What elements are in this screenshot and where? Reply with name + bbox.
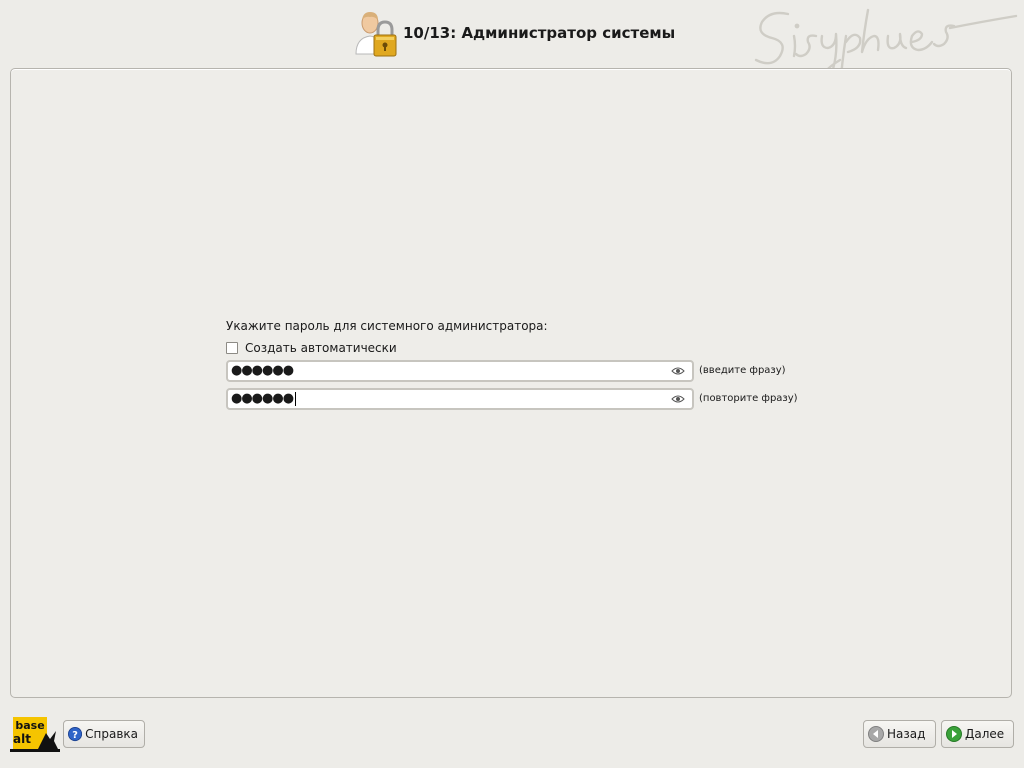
password-value: ●●●●●● [231, 363, 294, 378]
back-button[interactable]: Назад [863, 720, 936, 748]
help-icon: ? [68, 726, 83, 742]
logo-text-alt: alt [13, 732, 31, 746]
auto-generate-row[interactable]: Создать автоматически [226, 340, 397, 356]
auto-generate-checkbox[interactable] [226, 342, 238, 354]
arrow-right-icon [946, 726, 962, 742]
eye-icon[interactable] [668, 392, 688, 406]
header: 10/13: Администратор системы [0, 0, 1024, 90]
help-button-label: Справка [85, 727, 138, 741]
password-confirm-input[interactable]: ●●●●●● [226, 388, 694, 410]
auto-generate-label[interactable]: Создать автоматически [245, 341, 397, 355]
password-confirm-value: ●●●●●● [228, 390, 668, 408]
password-prompt-label: Укажите пароль для системного администра… [226, 319, 548, 333]
next-button[interactable]: Далее [941, 720, 1014, 748]
basealt-logo: base alt [10, 717, 60, 752]
logo-text-base: base [15, 719, 44, 732]
next-button-label: Далее [965, 727, 1005, 741]
help-button[interactable]: ? Справка [63, 720, 145, 748]
user-lock-icon [355, 12, 397, 57]
arrow-left-icon [868, 726, 884, 742]
password-confirm-dots: ●●●●●● [231, 391, 294, 406]
back-button-label: Назад [887, 727, 926, 741]
page-title: 10/13: Администратор системы [403, 24, 676, 42]
text-caret [295, 391, 297, 406]
password-hint: (введите фразу) [699, 365, 786, 376]
svg-text:?: ? [72, 730, 78, 741]
eye-icon[interactable] [668, 364, 688, 378]
main-panel [10, 68, 1012, 698]
password-confirm-hint: (повторите фразу) [699, 393, 798, 404]
password-input[interactable]: ●●●●●● [226, 360, 694, 382]
